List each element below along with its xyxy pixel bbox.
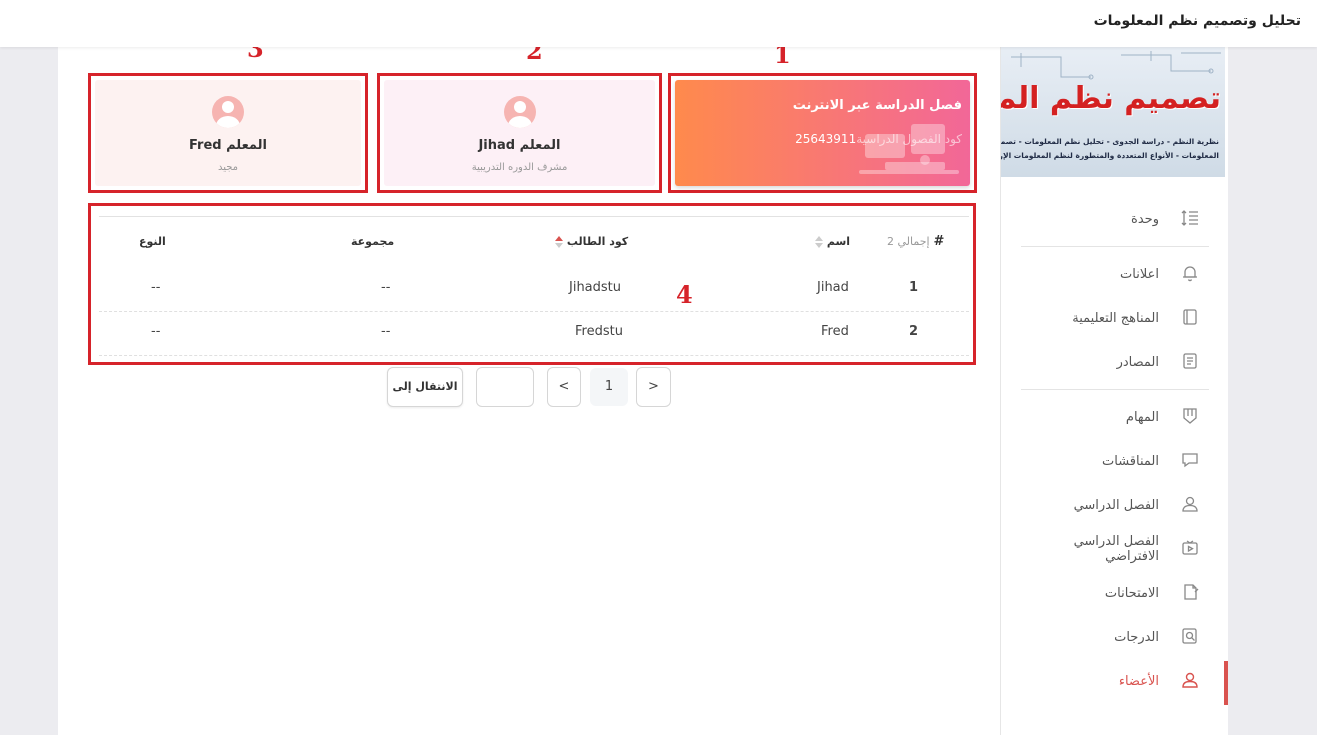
header-total: إجمالي 2 # [887, 220, 944, 264]
online-class-card-body: فصل الدراسة عبر الانترنت كود الفصول الدر… [675, 80, 970, 186]
prev-page-button[interactable]: > [636, 367, 671, 407]
sidebar-item-label: اعلانات [1120, 266, 1159, 282]
sidebar-item-exams[interactable]: الامتحانات [1021, 571, 1209, 615]
sidebar-item-label: الفصل الدراسي الافتراضي [1073, 534, 1159, 564]
goto-page-input-wrap [476, 367, 534, 407]
book-icon [1183, 309, 1197, 325]
grades-search-icon [1182, 628, 1197, 644]
bell-icon [1183, 266, 1197, 282]
avatar [503, 96, 536, 128]
resources-icon [1183, 353, 1197, 369]
header-type: النوع [139, 235, 166, 248]
row-student-code: Fredstu [575, 324, 623, 339]
sort-icon[interactable] [555, 236, 563, 248]
online-class-title: فصل الدراسة عبر الانترنت [792, 98, 962, 113]
sidebar-item-label: الامتحانات [1104, 585, 1159, 601]
member-icon [1182, 672, 1198, 688]
class-code-label: كود الفصول الدراسية [856, 132, 962, 146]
header-group: مجموعة [351, 235, 395, 248]
teacher-name: Jihad المعلم [478, 138, 561, 153]
header-num: # [933, 234, 945, 249]
row-num: 1 [909, 280, 919, 295]
active-indicator [1224, 661, 1228, 705]
sidebar-item-curriculum[interactable]: المناهج التعليمية [1021, 296, 1209, 340]
sidebar-divider [1021, 246, 1209, 247]
members-table: إجمالي 2 # اسم كود الطالب مجموعة النوع 1… [88, 203, 976, 365]
avatar [212, 96, 244, 128]
goto-page-button[interactable]: الانتقال إلى [387, 367, 463, 407]
class-code-value: 25643911 [795, 132, 857, 146]
total-count: إجمالي 2 [887, 235, 930, 248]
sidebar-item-members[interactable]: الأعضاء [1021, 659, 1209, 703]
table-row[interactable]: 2 Fred Fredstu -- -- [99, 310, 969, 356]
sort-icon[interactable] [815, 236, 823, 248]
teacher-role: مشرف الدوره التدريبية [471, 162, 568, 173]
row-group: -- [381, 280, 391, 295]
current-page[interactable]: 1 [590, 368, 628, 406]
goto-page-input[interactable] [477, 368, 533, 406]
header-name-label: اسم [826, 235, 851, 248]
teacher-role: مجيد [217, 162, 239, 173]
sidebar-item-discussions[interactable]: المناقشات [1021, 439, 1209, 483]
sidebar-item-label: المناقشات [1102, 453, 1159, 469]
header-code-label: كود الطالب [566, 235, 629, 248]
header-name[interactable]: اسم [815, 220, 850, 264]
app-title: تحليل وتصميم نظم المعلومات [1093, 13, 1301, 29]
row-name: Jihad [817, 280, 849, 295]
shield-task-icon [1183, 408, 1197, 424]
teacher-card-jihad[interactable]: Jihad المعلم مشرف الدوره التدريبية [377, 73, 662, 193]
top-bar: تحليل وتصميم نظم المعلومات [0, 0, 1317, 47]
teacher-card-jihad-body: Jihad المعلم مشرف الدوره التدريبية [384, 80, 655, 186]
next-page-button[interactable]: < [547, 367, 581, 407]
sidebar-item-label: وحدة [1131, 211, 1159, 227]
chat-icon [1182, 453, 1198, 468]
sidebar-divider [1021, 389, 1209, 390]
course-banner-line1: نظرية النظم - دراسة الجدوى - تحليل نظم ا… [1001, 137, 1219, 146]
row-num: 2 [909, 324, 919, 339]
teacher-card-fred[interactable]: Fred المعلم مجيد [88, 73, 368, 193]
row-name: Fred [821, 324, 849, 339]
list-indent-icon [1181, 210, 1198, 226]
sidebar-item-label: الدرجات [1114, 629, 1159, 645]
course-banner-line2: المعلومات - الأنواع المتعددة والمتطورة ل… [1001, 151, 1219, 160]
sidebar-item-tasks[interactable]: المهام [1021, 395, 1209, 439]
sidebar-item-grades[interactable]: الدرجات [1021, 615, 1209, 659]
online-class-card[interactable]: فصل الدراسة عبر الانترنت كود الفصول الدر… [668, 73, 977, 193]
row-type: -- [151, 280, 161, 295]
row-group: -- [381, 324, 391, 339]
video-play-icon [1182, 540, 1198, 555]
sidebar-item-announcements[interactable]: اعلانات [1021, 252, 1209, 296]
table-row[interactable]: 1 Jihad Jihadstu -- -- [99, 266, 969, 312]
row-type: -- [151, 324, 161, 339]
header-student-code[interactable]: كود الطالب [555, 220, 628, 264]
sidebar-item-label: المصادر [1116, 354, 1159, 370]
sidebar-item-label: المهام [1125, 409, 1159, 425]
table-header-row: إجمالي 2 # اسم كود الطالب مجموعة النوع [99, 220, 969, 266]
sidebar-item-classroom[interactable]: الفصل الدراسي [1021, 483, 1209, 527]
teacher-name: Fred المعلم [188, 138, 267, 153]
row-student-code: Jihadstu [569, 280, 622, 295]
teacher-card-fred-body: Fred المعلم مجيد [95, 80, 361, 186]
table-top-border [99, 216, 969, 217]
exam-icon [1184, 584, 1199, 600]
course-banner-title: تصميم نظم المعلومات [1001, 81, 1221, 116]
sidebar-item-label: المناهج التعليمية [1072, 310, 1159, 326]
sidebar: تصميم نظم المعلومات نظرية النظم - دراسة … [1000, 47, 1228, 735]
online-class-code: كود الفصول الدراسية25643911 [795, 132, 962, 146]
sidebar-item-label: الأعضاء [1118, 673, 1159, 689]
sidebar-item-unit[interactable]: وحدة [1021, 197, 1209, 241]
person-icon [1182, 496, 1198, 512]
sidebar-item-resources[interactable]: المصادر [1021, 340, 1209, 384]
sidebar-item-virtual-classroom[interactable]: الفصل الدراسي الافتراضي [1021, 527, 1209, 571]
course-banner-image: تصميم نظم المعلومات نظرية النظم - دراسة … [1001, 47, 1225, 177]
classroom-illustration-icon [859, 124, 959, 174]
sidebar-menu: وحدة اعلانات المناهج التعليمية المصادر ا… [1021, 197, 1209, 703]
sidebar-item-label: الفصل الدراسي [1073, 497, 1159, 513]
